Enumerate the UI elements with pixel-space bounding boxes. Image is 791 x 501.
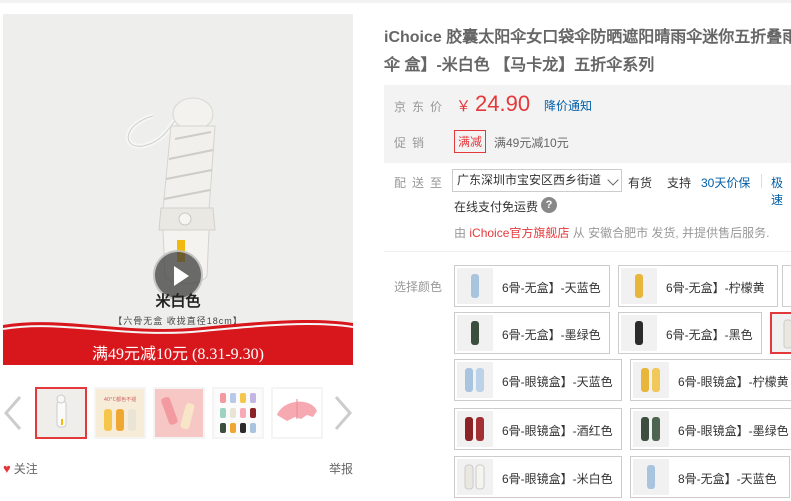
color-option-10[interactable]: 8骨-无盒】-天蓝色 — [630, 456, 790, 498]
free-shipping-text: 在线支付免运费 — [454, 200, 539, 214]
chevron-down-icon — [607, 174, 619, 186]
thumbnail-4[interactable] — [212, 387, 264, 439]
color-option-thumbnail — [621, 268, 657, 304]
help-icon[interactable]: ? — [541, 197, 557, 213]
umbrella-illustration — [125, 97, 216, 284]
color-option-thumbnail — [633, 411, 669, 447]
support-label: 支持 — [667, 176, 692, 190]
color-option-label: 6骨-无盒】-墨绿色 — [502, 328, 601, 342]
color-option-8[interactable]: 6骨-眼镜盒】-墨绿色 — [630, 408, 791, 450]
follow-button[interactable]: ♥ 关注 — [3, 460, 38, 477]
color-option-label: 6骨-无盒】-柠檬黄 — [666, 281, 765, 295]
color-option-thumbnail — [457, 315, 493, 351]
color-option-5[interactable]: 6骨-眼镜盒】-天蓝色 — [454, 359, 622, 401]
thumbnail-sun-test: 40°C都色不褪 — [96, 389, 144, 437]
thumbnail-2[interactable]: 40°C都色不褪 — [94, 387, 146, 439]
product-title: iChoice 胶囊太阳伞女口袋伞防晒遮阳晴雨伞迷你五折叠雨伞 盒】-米白色 【… — [384, 29, 791, 74]
address-selector[interactable]: 广东深圳市宝安区西乡街道 — [452, 169, 622, 192]
promo-wave-shape — [3, 320, 353, 337]
price-summary: 京东价 ￥ 24.90 降价通知 促销 满减 满49元减10元 — [384, 85, 791, 163]
main-product-image[interactable]: 米白色 【六骨无盒 收拢直径18cm】 满49元减10元 (8.31-9.30) — [3, 14, 353, 365]
chevron-right-icon[interactable] — [332, 395, 354, 431]
thumbnail-caption: 40°C都色不褪 — [104, 396, 136, 403]
color-option-9[interactable]: 6骨-眼镜盒】-米白色 — [454, 456, 622, 498]
color-option-6[interactable]: 6骨-眼镜盒】-柠檬黄 — [630, 359, 791, 401]
promotion-tag[interactable]: 满减 — [454, 130, 487, 153]
section-divider — [384, 251, 791, 252]
chevron-left-icon[interactable] — [2, 395, 24, 431]
thumbnail-open-umbrella — [273, 389, 321, 437]
follow-label: 关注 — [13, 462, 38, 476]
color-option-label: 6骨-眼镜盒】-柠檬黄 — [678, 375, 789, 389]
thumbnail-umbrella-white — [37, 389, 85, 437]
thumbnail-3[interactable] — [153, 387, 205, 439]
thumbnail-5[interactable] — [271, 387, 323, 439]
shipping-label: 配送至 — [394, 176, 449, 190]
seller-info: 由 iChoice官方旗舰店 从 安徽合肥市 发货, 并提供售后服务. — [454, 224, 769, 241]
seller-prefix: 由 — [454, 226, 467, 240]
promo-banner-text: 满49元减10元 (8.31-9.30) — [92, 346, 264, 363]
color-option-label: 6骨-眼镜盒】-酒红色 — [502, 424, 613, 438]
thumbnail-1[interactable] — [35, 387, 87, 439]
color-option-thumbnail — [457, 362, 493, 398]
express-service-link[interactable]: 极速 — [771, 174, 791, 208]
price-label: 京东价 — [394, 100, 449, 114]
thumbnail-strip: 40°C都色不褪 — [0, 385, 360, 441]
color-option-thumbnail — [633, 362, 669, 398]
color-option-label: 8骨-无盒】-天蓝色 — [678, 472, 777, 486]
color-option-label: 6骨-眼镜盒】-天蓝色 — [502, 375, 613, 389]
color-option-selected[interactable] — [770, 312, 791, 354]
image-color-caption: 米白色 — [155, 293, 201, 310]
color-option-2[interactable]: 6骨-无盒】-柠檬黄 — [618, 265, 778, 307]
color-option-1[interactable]: 6骨-无盒】-天蓝色 — [454, 265, 610, 307]
selected-option-thumbnail — [772, 314, 791, 352]
color-option-thumbnail — [621, 315, 657, 351]
price-protection-link[interactable]: 30天价保 — [701, 174, 750, 191]
color-option-thumbnail — [457, 459, 493, 495]
top-border — [0, 0, 791, 3]
color-select-label: 选择颜色 — [394, 280, 443, 294]
color-option-label: 6骨-眼镜盒】-米白色 — [502, 472, 613, 486]
color-option-thumbnail — [457, 411, 493, 447]
seller-suffix: 从 安徽合肥市 发货, 并提供售后服务. — [572, 226, 770, 240]
color-option-thumbnail — [457, 268, 493, 304]
color-option-4[interactable]: 6骨-无盒】-黑色 — [618, 312, 762, 354]
heart-icon: ♥ — [3, 461, 11, 476]
color-option-3[interactable]: 6骨-无盒】-墨绿色 — [454, 312, 610, 354]
promotion-text: 满49元减10元 — [494, 136, 569, 150]
color-option-7[interactable]: 6骨-眼镜盒】-酒红色 — [454, 408, 622, 450]
thumbnail-color-grid — [214, 389, 262, 437]
color-option-thumbnail — [633, 459, 669, 495]
price-value: ￥ 24.90 — [456, 91, 530, 117]
color-option-label: 6骨-无盒】-黑色 — [666, 328, 753, 342]
report-link[interactable]: 举报 — [329, 460, 353, 477]
color-option-label: 6骨-眼镜盒】-墨绿色 — [678, 424, 789, 438]
shop-link[interactable]: iChoice官方旗舰店 — [469, 226, 569, 240]
color-option-overflow-1[interactable] — [782, 265, 791, 307]
promotion-label: 促销 — [394, 136, 431, 150]
price-amount: 24.90 — [475, 91, 531, 116]
currency-symbol: ￥ — [456, 98, 472, 115]
price-drop-notify-link[interactable]: 降价通知 — [544, 97, 592, 114]
service-divider — [761, 174, 762, 188]
color-option-label: 6骨-无盒】-天蓝色 — [502, 281, 601, 295]
address-text: 广东深圳市宝安区西乡街道 — [457, 173, 602, 187]
thumbnail-pink-scene — [155, 389, 203, 437]
stock-status: 有货 — [628, 176, 653, 190]
promo-banner: 满49元减10元 (8.31-9.30) — [3, 320, 353, 365]
